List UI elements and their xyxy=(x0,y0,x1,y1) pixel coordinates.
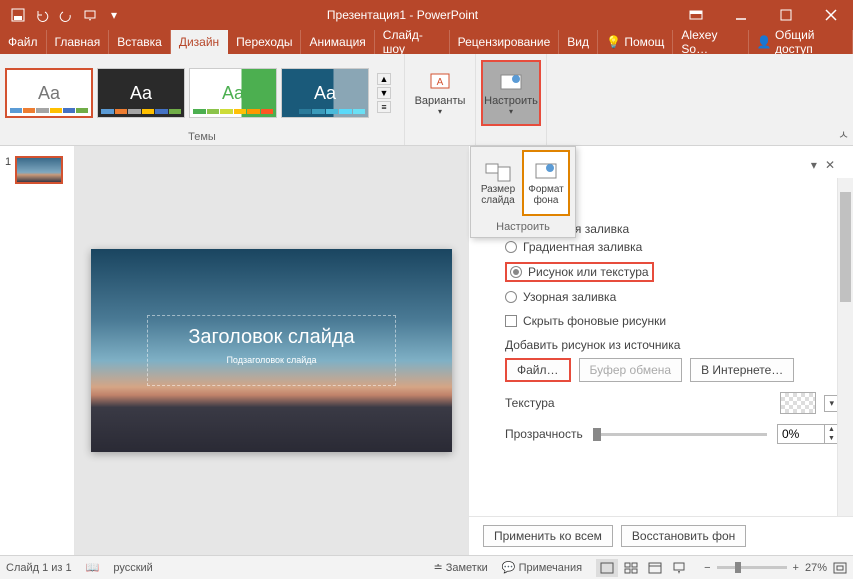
theme-4[interactable]: Aa xyxy=(281,68,369,118)
language-label[interactable]: русский xyxy=(113,562,152,574)
online-button[interactable]: В Интернете… xyxy=(690,358,794,382)
customize-icon xyxy=(499,71,523,95)
ribbon-options-icon[interactable] xyxy=(673,0,718,30)
radio-picture-fill[interactable]: Рисунок или текстура xyxy=(505,262,654,282)
slide-subtitle-placeholder[interactable]: Подзаголовок слайда xyxy=(188,355,354,365)
transparency-slider[interactable] xyxy=(593,433,767,436)
radio-pattern-fill[interactable]: Узорная заливка xyxy=(505,290,839,304)
themes-scroll-up-icon[interactable]: ▲ xyxy=(377,73,391,85)
normal-view-icon[interactable] xyxy=(596,559,618,577)
fit-to-window-icon[interactable] xyxy=(833,562,847,574)
slide-thumbnails-panel: 1 xyxy=(0,146,75,555)
pane-options-icon[interactable]: ▾ xyxy=(807,156,821,174)
slide-thumb-1[interactable]: 1 xyxy=(5,156,69,184)
slide-title-placeholder[interactable]: Заголовок слайда xyxy=(188,326,354,349)
collapse-ribbon-icon[interactable]: ㅅ xyxy=(838,126,849,143)
tab-animations[interactable]: Анимация xyxy=(301,30,374,54)
clipboard-button: Буфер обмена xyxy=(579,358,683,382)
transparency-label: Прозрачность xyxy=(505,427,583,441)
themes-more-icon[interactable]: ≡ xyxy=(377,101,391,113)
zoom-out-icon[interactable]: − xyxy=(704,562,710,574)
slideshow-view-icon[interactable] xyxy=(668,559,690,577)
tab-transitions[interactable]: Переходы xyxy=(228,30,301,54)
variants-icon: A xyxy=(428,71,452,95)
slide-size-icon xyxy=(484,160,512,184)
format-background-button[interactable]: Формат фона xyxy=(522,150,570,216)
customize-dropdown: Размер слайда Формат фона Настроить xyxy=(470,146,576,238)
slide-mini-preview xyxy=(15,156,63,184)
slide-size-button[interactable]: Размер слайда xyxy=(474,150,522,216)
spin-up-icon[interactable]: ▲ xyxy=(824,425,838,434)
texture-label: Текстура xyxy=(505,396,555,410)
comments-button[interactable]: 💬 Примечания xyxy=(502,561,582,574)
tab-design[interactable]: Дизайн xyxy=(171,30,228,54)
share-button[interactable]: 👤 Общий доступ xyxy=(749,30,853,54)
save-icon[interactable] xyxy=(8,5,28,25)
person-icon: 👤 xyxy=(757,35,772,49)
sorter-view-icon[interactable] xyxy=(620,559,642,577)
start-from-beginning-icon[interactable] xyxy=(80,5,100,25)
slide-canvas[interactable]: Заголовок слайда Подзаголовок слайда xyxy=(75,146,468,555)
format-bg-icon xyxy=(532,160,560,184)
popup-group-label: Настроить xyxy=(471,219,575,237)
redo-icon[interactable] xyxy=(56,5,76,25)
svg-text:A: A xyxy=(437,77,444,88)
user-name[interactable]: Alexey So… xyxy=(673,30,748,54)
tab-slideshow[interactable]: Слайд-шоу xyxy=(375,30,450,54)
tab-view[interactable]: Вид xyxy=(559,30,598,54)
tab-file[interactable]: Файл xyxy=(0,30,47,54)
qat-more-icon[interactable]: ▾ xyxy=(104,5,124,25)
chk-hide-bg[interactable]: Скрыть фоновые рисунки xyxy=(505,314,839,328)
window-title: Презентация1 - PowerPoint xyxy=(132,8,673,22)
zoom-in-icon[interactable]: + xyxy=(793,562,799,574)
radio-gradient-fill[interactable]: Градиентная заливка xyxy=(505,240,839,254)
undo-icon[interactable] xyxy=(32,5,52,25)
spellcheck-icon[interactable]: 📖 xyxy=(86,561,100,574)
insert-from-label: Добавить рисунок из источника xyxy=(505,338,839,352)
texture-picker[interactable] xyxy=(780,392,816,414)
theme-3[interactable]: Aa xyxy=(189,68,277,118)
customize-button[interactable]: Настроить ▾ xyxy=(481,60,541,126)
minimize-icon[interactable] xyxy=(718,0,763,30)
transparency-input[interactable] xyxy=(778,425,824,443)
themes-scroll-down-icon[interactable]: ▼ xyxy=(377,87,391,99)
theme-2[interactable]: Aa xyxy=(97,68,185,118)
slide-number: 1 xyxy=(5,156,11,184)
reading-view-icon[interactable] xyxy=(644,559,666,577)
file-button[interactable]: Файл… xyxy=(505,358,571,382)
close-icon[interactable] xyxy=(808,0,853,30)
tab-home[interactable]: Главная xyxy=(47,30,110,54)
theme-1[interactable]: Aa xyxy=(5,68,93,118)
zoom-slider[interactable] xyxy=(717,566,787,569)
reset-bg-button[interactable]: Восстановить фон xyxy=(621,525,746,547)
themes-group-label: Темы xyxy=(5,129,399,145)
slide[interactable]: Заголовок слайда Подзаголовок слайда xyxy=(91,249,452,452)
pane-close-icon[interactable]: ✕ xyxy=(821,156,839,174)
apply-all-button[interactable]: Применить ко всем xyxy=(483,525,613,547)
spin-down-icon[interactable]: ▼ xyxy=(824,434,838,443)
maximize-icon[interactable] xyxy=(763,0,808,30)
slide-count[interactable]: Слайд 1 из 1 xyxy=(6,562,72,574)
pane-scrollbar[interactable] xyxy=(837,178,853,516)
tab-insert[interactable]: Вставка xyxy=(109,30,171,54)
tab-review[interactable]: Рецензирование xyxy=(450,30,560,54)
variants-button[interactable]: A Варианты ▾ xyxy=(410,60,470,126)
bulb-icon: 💡 xyxy=(606,35,621,49)
notes-button[interactable]: ≐ Заметки xyxy=(433,561,487,574)
zoom-level[interactable]: 27% xyxy=(805,562,827,574)
tab-help[interactable]: 💡 Помощ xyxy=(598,30,673,54)
transparency-spinner[interactable]: ▲▼ xyxy=(777,424,839,444)
